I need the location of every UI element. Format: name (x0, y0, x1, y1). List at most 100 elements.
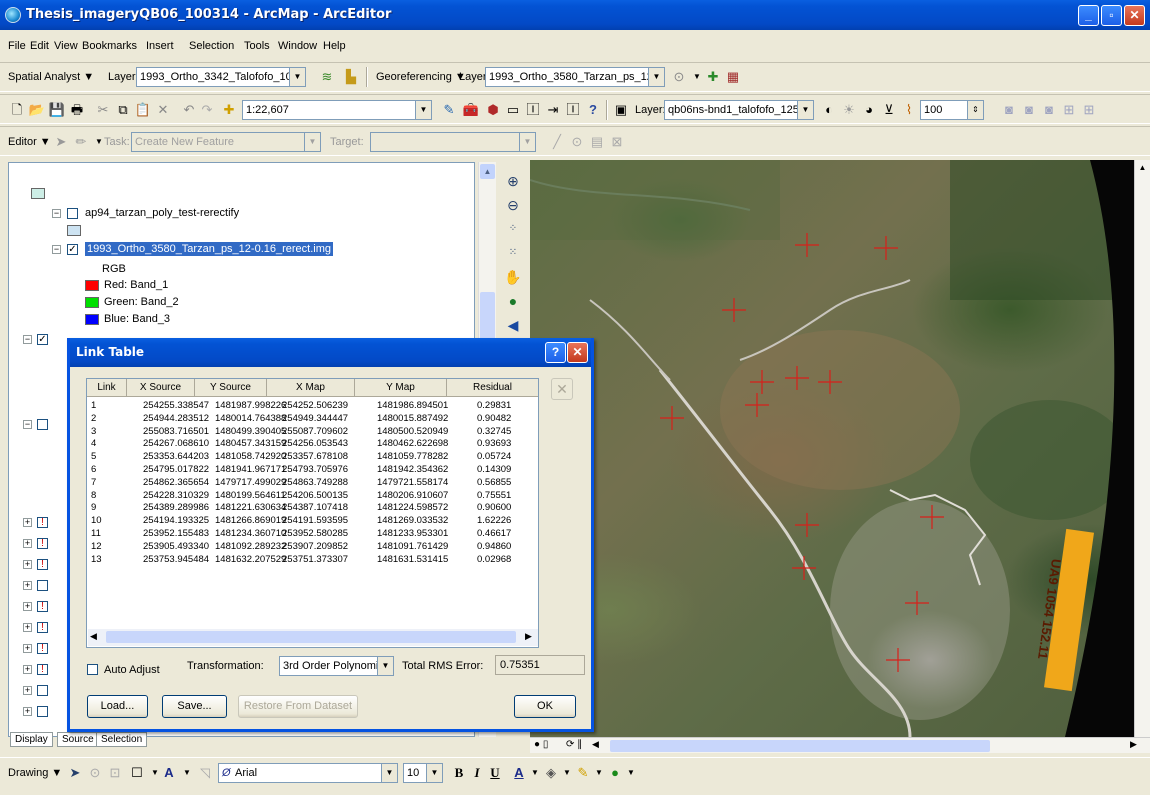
pan-icon[interactable]: ✋ (502, 266, 524, 288)
delete-icon[interactable]: ✕ (154, 101, 172, 119)
identify-icon[interactable]: 🄸 (524, 101, 542, 119)
expand-icon[interactable]: + (23, 560, 32, 569)
globe-icon[interactable]: ● (502, 290, 524, 312)
new-icon[interactable]: 🗋 (8, 101, 26, 119)
layer-visibility-checkbox[interactable] (37, 706, 48, 717)
histogram-icon[interactable]: ▙ (342, 68, 360, 86)
split-tool-icon[interactable]: ╱ (548, 133, 566, 151)
layer-visibility-checkbox[interactable]: ✓ (67, 244, 78, 255)
menu-edit[interactable]: Edit (30, 40, 49, 52)
rotate-tool-icon[interactable]: ⊙ (568, 133, 586, 151)
expand-icon[interactable]: + (23, 686, 32, 695)
scroll-up-icon[interactable]: ▲ (1135, 160, 1150, 176)
expand-icon[interactable]: + (23, 581, 32, 590)
column-header[interactable]: X Map (267, 379, 355, 397)
layout-pan-icon[interactable]: ◙ (1040, 101, 1058, 119)
chevron-down-icon[interactable]: ▼ (178, 764, 196, 782)
open-icon[interactable]: 📂 (28, 101, 46, 119)
bold-button[interactable]: B (450, 764, 468, 782)
spatial-layer-select[interactable]: 1993_Ortho_3342_Talofofo_100 ▼ (136, 67, 306, 87)
select-elements-icon[interactable]: ➤ (66, 764, 84, 782)
tab-selection[interactable]: Selection (96, 732, 148, 747)
cut-icon[interactable]: ✂ (94, 101, 112, 119)
tab-source[interactable]: Source (57, 732, 99, 747)
layer-visibility-checkbox[interactable] (37, 580, 48, 591)
effects-layer-select[interactable]: qb06ns-bnd1_talofofo_125-25 ▼ (664, 100, 814, 120)
data-view-icon[interactable]: ● ▯ (534, 739, 548, 750)
flicker-icon[interactable]: ⌇ (900, 101, 918, 119)
expand-icon[interactable]: + (23, 623, 32, 632)
expand-icon[interactable]: + (23, 707, 32, 716)
layer-visibility-checkbox[interactable]: ! (37, 643, 48, 654)
sketch-tool-icon[interactable]: ✏ (72, 133, 90, 151)
zoom-out-icon[interactable]: ⊖ (502, 194, 524, 216)
expand-icon[interactable]: + (23, 539, 32, 548)
help-icon[interactable]: ? (584, 101, 602, 119)
maximize-button[interactable]: ▫ (1101, 5, 1122, 26)
save-button[interactable]: Save... (162, 695, 227, 718)
spatial-analyst-menu[interactable]: Spatial Analyst ▼ (8, 71, 94, 83)
scroll-thumb[interactable] (610, 740, 990, 752)
italic-button[interactable]: I (468, 764, 486, 782)
sketch-properties-icon[interactable]: ⊠ (608, 133, 626, 151)
georeferencing-menu[interactable]: Georeferencing ▼ (376, 71, 466, 83)
menu-help[interactable]: Help (323, 40, 346, 52)
scroll-thumb[interactable] (106, 631, 516, 643)
model-builder-icon[interactable]: ⇥ (544, 101, 562, 119)
georef-layer-select[interactable]: 1993_Ortho_3580_Tarzan_ps_12-0 ▼ (485, 67, 665, 87)
edit-tool-icon[interactable]: ➤ (52, 133, 70, 151)
scroll-right-icon[interactable]: ▶ (525, 631, 532, 642)
layer-visibility-checkbox[interactable]: ! (37, 559, 48, 570)
expand-icon[interactable]: + (23, 602, 32, 611)
rotate-icon[interactable]: ⊙ (86, 764, 104, 782)
editor-toolbar-icon[interactable]: ✎ (440, 101, 458, 119)
close-button[interactable]: ✕ (1124, 5, 1145, 26)
fixed-zoom-out-icon[interactable]: ⁙ (502, 242, 524, 264)
rotate-icon[interactable]: ⊙ (670, 68, 688, 86)
layer-visibility-checkbox[interactable]: ! (37, 538, 48, 549)
layer-visibility-checkbox[interactable] (37, 419, 48, 430)
collapse-icon[interactable]: − (52, 209, 61, 218)
dialog-help-button[interactable]: ? (545, 342, 566, 363)
layout-zoom-out-icon[interactable]: ◙ (1020, 101, 1038, 119)
copy-icon[interactable]: ⧉ (114, 101, 132, 119)
menu-insert[interactable]: Insert (146, 40, 174, 52)
map-display[interactable]: UA9 1054 152.11 (530, 160, 1134, 737)
drawing-menu[interactable]: Drawing ▼ (8, 767, 62, 779)
layer-visibility-checkbox[interactable]: ! (37, 664, 48, 675)
rectangle-icon[interactable]: ☐ (128, 764, 146, 782)
brightness-icon[interactable]: ☀ (840, 101, 858, 119)
underline-button[interactable]: U (486, 764, 504, 782)
scroll-left-icon[interactable]: ◀ (592, 739, 599, 750)
collapse-icon[interactable]: − (52, 245, 61, 254)
menu-selection[interactable]: Selection (189, 40, 234, 52)
fixed-zoom-in-icon[interactable]: ⁘ (502, 218, 524, 240)
attributes-icon[interactable]: ▤ (588, 133, 606, 151)
new-text-icon[interactable]: A (160, 764, 178, 782)
expand-icon[interactable]: + (23, 644, 32, 653)
editor-menu[interactable]: Editor ▼ (8, 136, 51, 148)
refresh-icon[interactable]: ⟳ ∥ (566, 739, 582, 750)
menu-window[interactable]: Window (278, 40, 317, 52)
command-line-icon[interactable]: ▭ (504, 101, 522, 119)
font-size-select[interactable]: 10 ▼ (403, 763, 443, 783)
collapse-icon[interactable]: − (23, 335, 32, 344)
view-link-table-icon[interactable]: ▦ (724, 68, 742, 86)
layer-visibility-checkbox[interactable] (67, 208, 78, 219)
layout-full-icon[interactable]: ⊞ (1080, 101, 1098, 119)
link-table-grid[interactable]: Link X Source Y Source X Map Y Map Residual 1 2… (86, 378, 539, 648)
layer-visibility-checkbox[interactable] (37, 685, 48, 696)
load-button[interactable]: Load... (87, 695, 148, 718)
ok-button[interactable]: OK (514, 695, 576, 718)
transparency-icon[interactable]: ◕ (860, 101, 878, 119)
arctoolbox-icon[interactable]: 🧰 (462, 101, 480, 119)
chevron-down-icon[interactable]: ▼ (622, 764, 640, 782)
transformation-select[interactable]: 3rd Order Polynomial ▼ (279, 656, 394, 676)
map-horizontal-scrollbar[interactable]: ● ▯ ⟳ ∥ ◀ ▶ (530, 737, 1150, 753)
scroll-left-icon[interactable]: ◀ (90, 631, 97, 642)
scroll-up-icon[interactable]: ▲ (480, 164, 495, 179)
save-icon[interactable]: 💾 (48, 101, 66, 119)
task-select[interactable]: Create New Feature ▼ (131, 132, 321, 152)
collapse-icon[interactable]: − (23, 420, 32, 429)
map-vertical-scrollbar[interactable]: ▲ (1134, 160, 1150, 737)
